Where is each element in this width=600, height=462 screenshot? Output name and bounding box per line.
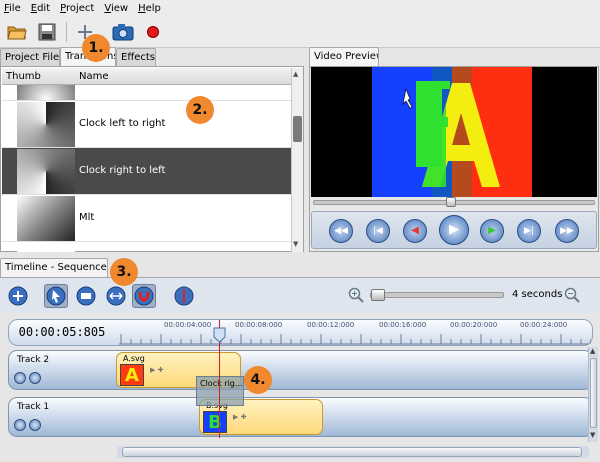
list-item[interactable]: Clock left to right [2, 101, 291, 148]
step-back-icon[interactable]: ◀ [403, 219, 427, 243]
menu-bar: File Edit Project View Help [0, 0, 600, 17]
transition-thumbnail [17, 149, 75, 194]
timeline-vscrollbar[interactable]: ▲ ▼ [588, 347, 598, 442]
step-badge-3: 3. [110, 258, 138, 286]
resize-tool-icon[interactable] [104, 284, 128, 308]
ruler-label: 00:00:24:000 [520, 321, 568, 329]
clip-thumbnail: A [120, 364, 144, 386]
zoom-out-icon[interactable] [564, 287, 580, 303]
snap-tool-icon[interactable] [132, 284, 156, 308]
transition-thumbnail [17, 196, 75, 241]
ruler-label: 00:00:16:000 [379, 321, 427, 329]
ruler-label: 00:00:12:000 [307, 321, 355, 329]
ruler-label: 00:00:20:000 [450, 321, 498, 329]
select-tool-icon[interactable] [44, 284, 68, 308]
tab-effects[interactable]: Effects [116, 48, 156, 66]
current-time-display: 00:00:05:805 [18, 325, 106, 339]
zoom-level-label: 4 seconds [512, 289, 563, 300]
next-frame-icon[interactable]: ▶| [517, 219, 541, 243]
menu-help[interactable]: Help [138, 3, 161, 14]
transition-clip[interactable]: Clock rig... [196, 376, 244, 406]
razor-tool-icon[interactable] [74, 284, 98, 308]
hscroll-thumb[interactable] [122, 447, 582, 457]
transitions-panel: Thumb Name Clock left to right Clock rig… [0, 66, 304, 252]
menu-project[interactable]: Project [60, 3, 94, 14]
record-icon[interactable] [140, 20, 166, 44]
list-item-selected[interactable]: Clock right to left [2, 148, 291, 195]
clip-effects-icon[interactable]: ▶ ✚ [233, 413, 246, 421]
menu-file[interactable]: File [4, 3, 21, 14]
step-badge-2: 2. [186, 96, 214, 124]
column-thumb[interactable]: Thumb [6, 71, 41, 82]
track-audio-icon[interactable] [29, 372, 41, 384]
save-icon[interactable] [34, 20, 60, 44]
step-badge-4: 4. [244, 366, 272, 394]
ruler-label: 00:00:04:000 [164, 321, 212, 329]
scroll-down-icon[interactable]: ▼ [293, 240, 302, 250]
step-forward-icon[interactable]: ▶ [480, 219, 504, 243]
menu-edit[interactable]: Edit [31, 3, 50, 14]
clip-thumbnail: B [203, 411, 227, 433]
transition-thumbnail [17, 85, 75, 100]
list-scrollbar[interactable]: ▲ ▼ [291, 68, 303, 252]
zoom-slider-handle[interactable] [371, 289, 385, 301]
play-icon[interactable]: ▶ [439, 215, 469, 245]
list-item[interactable]: Mlt [2, 195, 291, 242]
scroll-up-icon[interactable]: ▲ [293, 70, 302, 80]
ruler-label: 00:00:08:000 [235, 321, 283, 329]
tab-video-preview[interactable]: Video Preview [309, 47, 379, 66]
scroll-thumb[interactable] [590, 358, 597, 428]
scroll-down-icon[interactable]: ▼ [590, 431, 595, 439]
rewind-icon[interactable]: ◀◀ [329, 219, 353, 243]
timeline-toolbar: 4 seconds [0, 277, 600, 313]
fast-forward-icon[interactable]: ▶▶ [555, 219, 579, 243]
track-visible-icon[interactable] [14, 419, 26, 431]
add-track-icon[interactable] [6, 284, 30, 308]
clip-effects-icon[interactable]: ▶ ✚ [150, 366, 163, 374]
video-frame-image [372, 67, 532, 197]
transition-thumbnail [17, 102, 75, 147]
previous-frame-icon[interactable]: |◀ [366, 219, 390, 243]
track-name: Track 2 [17, 355, 50, 365]
transition-thumbnail [17, 243, 75, 252]
clip-name: A.svg [123, 354, 145, 363]
video-seek-handle[interactable] [446, 197, 456, 207]
transition-label: Clock rig... [200, 379, 243, 388]
step-badge-1: 1. [82, 34, 110, 62]
folder-open-icon[interactable] [4, 20, 30, 44]
camera-icon[interactable] [110, 20, 136, 44]
scroll-thumb[interactable] [293, 116, 302, 142]
tab-project-files[interactable]: Project Files [0, 48, 60, 66]
scroll-up-icon[interactable]: ▲ [590, 347, 595, 355]
list-header: Thumb Name [2, 68, 291, 85]
track-name: Track 1 [17, 402, 50, 412]
track-audio-icon[interactable] [29, 419, 41, 431]
zoom-in-icon[interactable] [348, 287, 364, 303]
list-item[interactable] [2, 242, 291, 252]
track-visible-icon[interactable] [14, 372, 26, 384]
tab-timeline-sequence[interactable]: Timeline - Sequence 1 [0, 258, 108, 277]
column-name[interactable]: Name [79, 71, 109, 82]
marker-tool-icon[interactable] [172, 284, 196, 308]
list-item[interactable] [2, 85, 291, 101]
menu-view[interactable]: View [104, 3, 128, 14]
zoom-slider[interactable] [370, 292, 504, 298]
track-row[interactable]: Track 2 [8, 350, 593, 390]
playhead-handle[interactable] [213, 327, 226, 343]
